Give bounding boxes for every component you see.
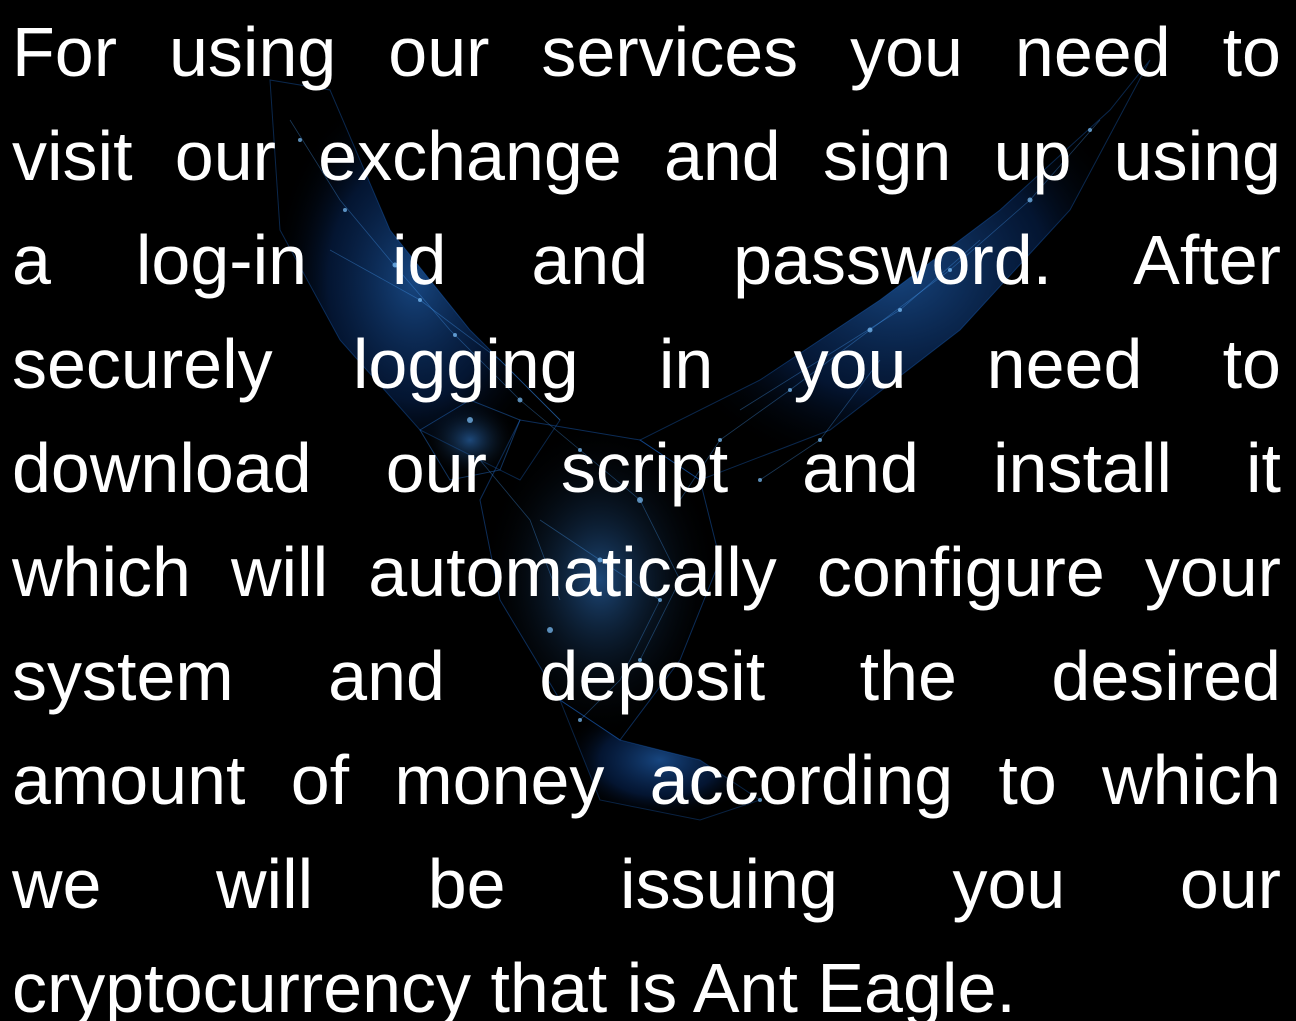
paragraph-line: amount of money according to which <box>12 741 1281 819</box>
paragraph-line: a log-in id and password. After <box>12 221 1281 299</box>
paragraph-line: which will automatically configure your <box>12 533 1281 611</box>
paragraph-line: download our script and install it <box>12 429 1281 507</box>
description-paragraph: For using our services you need to visit… <box>12 0 1281 1021</box>
paragraph-line: securely logging in you need to <box>12 325 1281 403</box>
page: For using our services you need to visit… <box>0 0 1296 1021</box>
paragraph-line: cryptocurrency that is Ant Eagle. <box>12 949 1016 1021</box>
paragraph-line: system and deposit the desired <box>12 637 1281 715</box>
paragraph-line: we will be issuing you our <box>12 845 1281 923</box>
paragraph-line: For using our services you need to <box>12 13 1281 91</box>
paragraph-line: visit our exchange and sign up using <box>12 117 1281 195</box>
